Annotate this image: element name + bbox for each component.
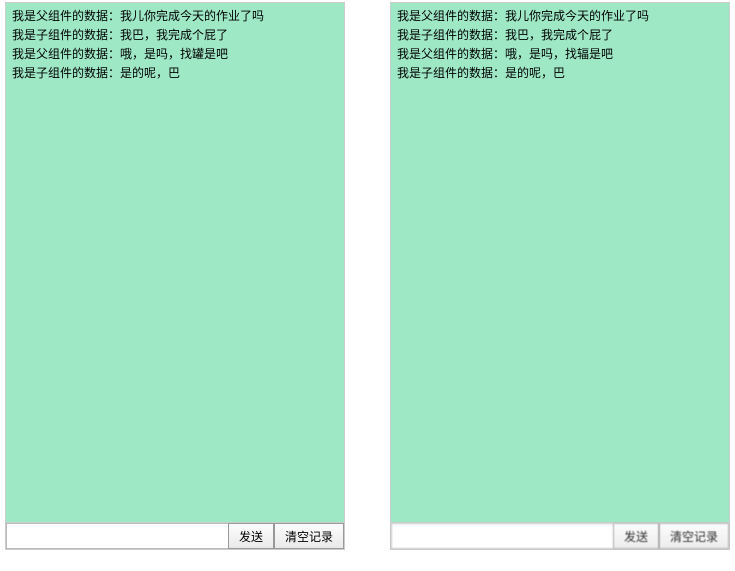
chat-line: 我是父组件的数据：我儿你完成今天的作业了吗 — [397, 7, 723, 25]
chat-line: 我是子组件的数据：我巴，我完成个屁了 — [12, 26, 338, 44]
input-row-left: 发送 清空记录 — [6, 523, 344, 549]
chat-line: 我是父组件的数据：我儿你完成今天的作业了吗 — [12, 7, 338, 25]
chat-line: 我是子组件的数据：是的呢，巴 — [12, 64, 338, 82]
chat-line: 我是父组件的数据：哦，是吗，找罐是吧 — [12, 45, 338, 63]
chat-message-area-right[interactable]: 我是父组件的数据：我儿你完成今天的作业了吗 我是子组件的数据：我巴，我完成个屁了… — [391, 3, 729, 523]
chat-line: 我是父组件的数据：哦，是吗，找辐是吧 — [397, 45, 723, 63]
message-input-left[interactable] — [6, 523, 228, 549]
chat-panel-left: 我是父组件的数据：我儿你完成今天的作业了吗 我是子组件的数据：我巴，我完成个屁了… — [5, 2, 345, 550]
chat-panel-right: 我是父组件的数据：我儿你完成今天的作业了吗 我是子组件的数据：我巴，我完成个屁了… — [390, 2, 730, 550]
message-input-right[interactable] — [391, 523, 613, 549]
chat-line: 我是子组件的数据：是的呢，巴 — [397, 64, 723, 82]
clear-button-right[interactable]: 清空记录 — [659, 523, 729, 549]
chat-message-area-left[interactable]: 我是父组件的数据：我儿你完成今天的作业了吗 我是子组件的数据：我巴，我完成个屁了… — [6, 3, 344, 523]
send-button-right[interactable]: 发送 — [613, 523, 659, 549]
clear-button-left[interactable]: 清空记录 — [274, 523, 344, 549]
chat-line: 我是子组件的数据：我巴，我完成个屁了 — [397, 26, 723, 44]
input-row-right: 发送 清空记录 — [391, 523, 729, 549]
send-button-left[interactable]: 发送 — [228, 523, 274, 549]
